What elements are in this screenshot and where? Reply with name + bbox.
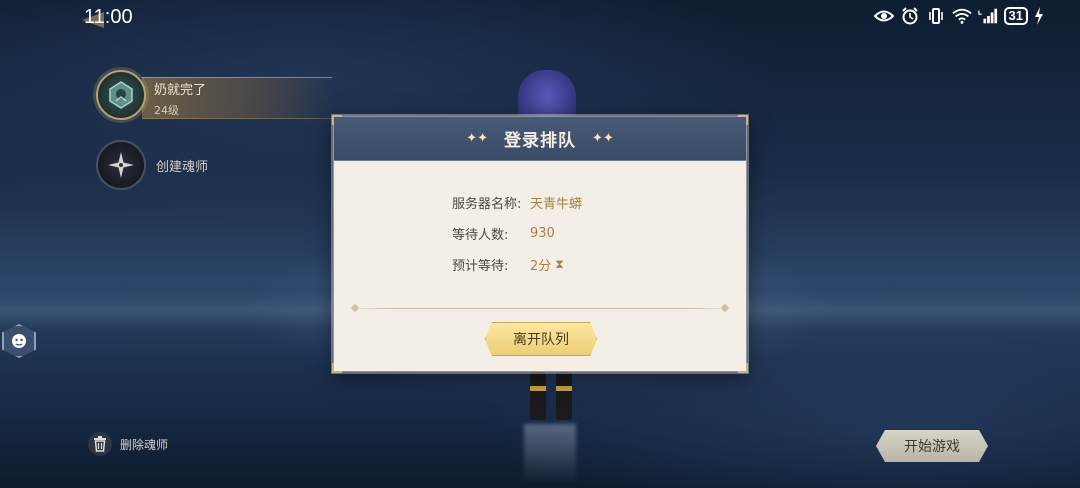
create-avatar (96, 140, 146, 190)
battery-icon: 31 (1003, 7, 1028, 25)
dialog-corner-ornament (332, 115, 342, 125)
estimated-wait-label: 预计等待: (452, 259, 509, 274)
trash-icon (88, 432, 112, 456)
start-game-button[interactable]: 开始游戏 (876, 430, 988, 462)
character-reflection (524, 424, 576, 484)
wifi-icon (951, 7, 972, 25)
soul-emblem-icon (109, 81, 133, 109)
delete-character-button[interactable]: 删除魂师 (88, 432, 168, 456)
hourglass-icon: ⧗ (555, 257, 564, 271)
waiting-count-value: 930 (530, 226, 555, 241)
estimated-wait-row: 预计等待: 2分 ⧗ (452, 249, 582, 280)
sparkle-left-icon: ✦✦ (466, 131, 488, 146)
login-queue-dialog: ✦✦ 登录排队 ✦✦ 服务器名称: 天青牛蟒 等待人数: 930 预计等待: 2… (332, 115, 748, 373)
character-model-legs (528, 372, 574, 424)
waiting-count-label: 等待人数: (452, 228, 509, 243)
system-icons: 31 (873, 7, 1044, 25)
server-name-row: 服务器名称: 天青牛蟒 (452, 187, 582, 218)
dialog-header: ✦✦ 登录排队 ✦✦ (334, 117, 746, 161)
signal-4g-icon (977, 7, 998, 25)
eye-icon (873, 7, 894, 25)
create-character-label: 创建魂师 (156, 159, 209, 175)
clock: 11:00 (84, 6, 133, 28)
sparkle-right-icon: ✦✦ (592, 131, 614, 146)
status-bar: 11:00 31 (0, 0, 1080, 36)
character-name: 奶就完了 (154, 83, 207, 98)
vibrate-icon (926, 7, 946, 25)
character-avatar (96, 70, 146, 120)
dialog-title: 登录排队 (504, 131, 576, 151)
create-character-button[interactable]: 创建魂师 (96, 140, 208, 190)
queue-info: 服务器名称: 天青牛蟒 等待人数: 930 预计等待: 2分 ⧗ (452, 187, 582, 280)
face-icon (12, 334, 26, 348)
server-name-label: 服务器名称: (452, 197, 522, 212)
alarm-icon (900, 7, 920, 25)
charging-icon (1034, 7, 1044, 25)
dialog-divider (348, 303, 732, 313)
server-name-value: 天青牛蟒 (530, 197, 583, 212)
estimated-wait-value: 2分 (530, 259, 552, 274)
leave-queue-button[interactable]: 离开队列 (485, 322, 597, 356)
dialog-corner-ornament (332, 363, 342, 373)
dialog-corner-ornament (738, 363, 748, 373)
delete-character-label: 删除魂师 (120, 437, 169, 452)
character-slot-selected[interactable]: 奶就完了 24级 (96, 70, 332, 120)
estimated-wait-value-wrap: 2分 ⧗ (530, 255, 564, 274)
compass-star-icon (108, 152, 134, 178)
dialog-corner-ornament (738, 115, 748, 125)
waiting-count-row: 等待人数: 930 (452, 218, 582, 249)
character-level: 24级 (154, 104, 179, 117)
